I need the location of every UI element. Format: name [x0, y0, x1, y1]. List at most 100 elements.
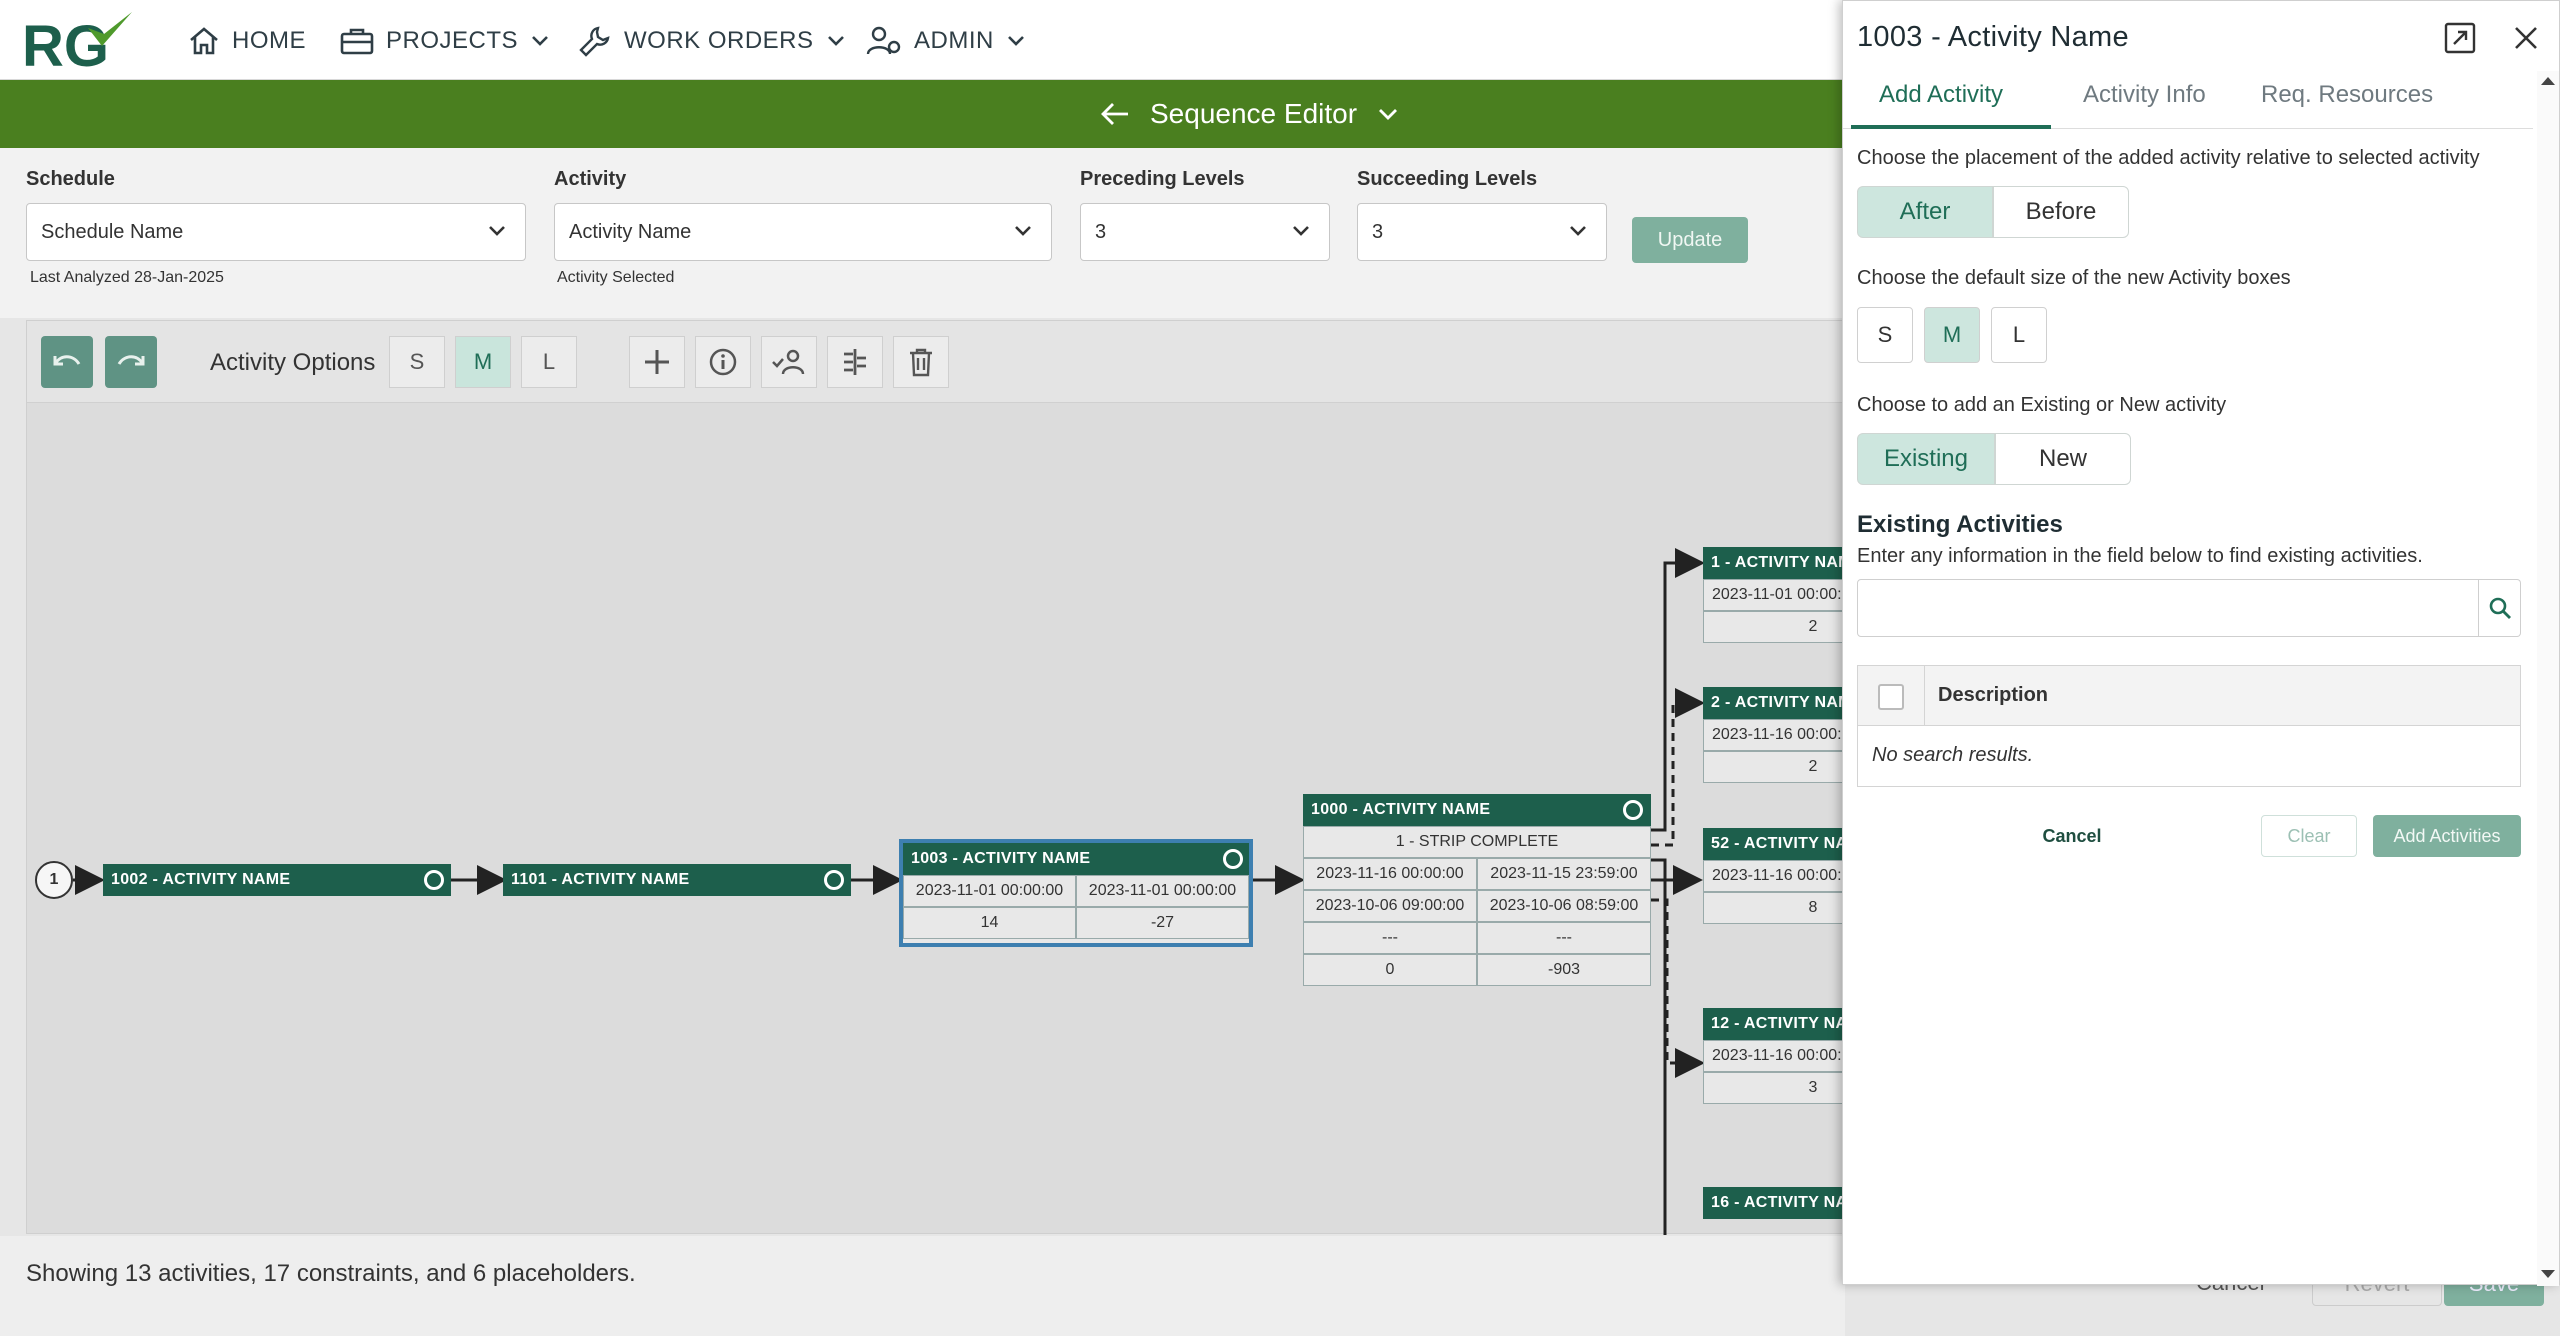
redo-icon — [117, 355, 145, 366]
node-cell: 2023-10-06 09:00:00 — [1303, 890, 1477, 922]
activity-node-title: 1 - ACTIVITY NAME — [1711, 554, 1863, 571]
activity-side-panel: 1003 - Activity Name Add Activity Activi… — [1842, 0, 2560, 1286]
undo-button[interactable] — [41, 336, 93, 388]
redo-button[interactable] — [105, 336, 157, 388]
info-icon — [709, 348, 737, 376]
nav-home[interactable]: HOME — [188, 22, 306, 60]
existing-activity-search-input[interactable] — [1857, 579, 2479, 637]
page-title: Sequence Editor — [1150, 98, 1358, 129]
box-size-l-button[interactable]: L — [1991, 307, 2047, 363]
chevron-down-icon — [489, 226, 505, 236]
people-check-icon — [772, 349, 805, 375]
expand-icon — [2444, 22, 2476, 54]
trash-icon — [910, 348, 932, 377]
panel-clear-button[interactable]: Clear — [2261, 815, 2357, 857]
description-column-header[interactable]: Description — [1938, 684, 2048, 707]
tab-req-resources[interactable]: Req. Resources — [2261, 81, 2433, 127]
activity-node-1002[interactable]: 1002 - ACTIVITY NAME — [103, 864, 451, 896]
chevron-down-icon — [1015, 226, 1031, 236]
size-prompt: Choose the default size of the new Activ… — [1857, 267, 2291, 289]
home-icon — [190, 27, 218, 55]
nav-projects[interactable]: PROJECTS — [340, 22, 550, 60]
placement-before-button[interactable]: Before — [1993, 186, 2129, 238]
activity-node-1003[interactable]: 1003 - ACTIVITY NAME — [903, 843, 1249, 875]
succeeding-levels-select[interactable]: 3 — [1357, 203, 1607, 261]
node-connector-handle[interactable] — [1623, 800, 1643, 820]
resources-button[interactable] — [761, 336, 817, 388]
schedule-select[interactable]: Schedule Name — [26, 203, 526, 261]
scroll-down-icon — [2541, 1270, 2555, 1278]
search-button[interactable] — [2479, 579, 2521, 637]
activity-node-title: 1101 - ACTIVITY NAME — [511, 871, 690, 888]
node-cell: --- — [1303, 922, 1477, 954]
node-connector-handle[interactable] — [1223, 849, 1243, 869]
chevron-down-icon[interactable] — [1377, 107, 1399, 121]
chevron-down-icon — [1293, 226, 1309, 236]
start-node[interactable]: 1 — [35, 861, 73, 899]
preceding-levels-select[interactable]: 3 — [1080, 203, 1330, 261]
add-activities-button[interactable]: Add Activities — [2373, 815, 2521, 857]
existing-activities-table: Description No search results. — [1857, 665, 2521, 787]
activity-selected-text: Activity Selected — [557, 269, 675, 286]
box-size-m-button[interactable]: M — [1924, 307, 1980, 363]
align-button[interactable] — [827, 336, 883, 388]
activity-select[interactable]: Activity Name — [554, 203, 1052, 261]
sequence-canvas[interactable]: Activity Options S M L 1 1002 - ACTIVITY… — [26, 320, 1907, 1235]
placement-after-button[interactable]: After — [1857, 186, 1993, 238]
nav-admin[interactable]: ADMIN — [866, 22, 1026, 60]
close-button[interactable] — [2509, 21, 2543, 55]
plus-icon — [645, 350, 669, 374]
existing-activity-button[interactable]: Existing — [1857, 433, 1995, 485]
tab-add-activity[interactable]: Add Activity — [1879, 81, 2003, 127]
activity-node-1000[interactable]: 1000 - ACTIVITY NAME — [1303, 794, 1651, 826]
activity-select-value: Activity Name — [569, 220, 692, 243]
node-start-date: 2023-11-01 00:00:00 — [903, 875, 1076, 907]
activity-node-title: 1003 - ACTIVITY NAME — [911, 850, 1091, 867]
update-button[interactable]: Update — [1632, 217, 1748, 263]
svg-text:RG: RG — [22, 14, 109, 72]
node-cell: 2023-10-06 08:59:00 — [1477, 890, 1651, 922]
nav-home-label: HOME — [232, 27, 306, 54]
new-activity-button[interactable]: New — [1995, 433, 2131, 485]
select-all-checkbox[interactable] — [1878, 684, 1904, 710]
add-activity-button[interactable] — [629, 336, 685, 388]
undo-icon — [53, 355, 81, 366]
node-connector-handle[interactable] — [424, 870, 444, 890]
size-l-button[interactable]: L — [521, 336, 577, 388]
delete-button[interactable] — [893, 336, 949, 388]
table-column-divider — [1924, 666, 1925, 726]
canvas-toolbar: Activity Options S M L — [27, 321, 1905, 403]
succeeding-levels-value: 3 — [1372, 220, 1384, 243]
size-s-button[interactable]: S — [389, 336, 445, 388]
activity-node-title: 1000 - ACTIVITY NAME — [1311, 801, 1491, 818]
panel-scrollbar[interactable] — [2537, 71, 2559, 1286]
panel-cancel-button[interactable]: Cancel — [2017, 815, 2127, 857]
node-subtitle: 1 - STRIP COMPLETE — [1303, 826, 1651, 858]
placement-prompt: Choose the placement of the added activi… — [1857, 147, 2480, 169]
node-cell: --- — [1477, 922, 1651, 954]
nav-work-orders[interactable]: WORK ORDERS — [578, 22, 846, 60]
nav-projects-label: PROJECTS — [386, 27, 519, 54]
nav-work-orders-label: WORK ORDERS — [624, 27, 814, 54]
node-finish-date: 2023-11-01 00:00:00 — [1076, 875, 1249, 907]
activity-options-label: Activity Options — [210, 349, 376, 376]
size-m-button[interactable]: M — [455, 336, 511, 388]
search-icon — [2489, 597, 2511, 619]
active-tab-indicator — [1851, 125, 2051, 129]
rg-logo[interactable]: RG — [22, 10, 132, 79]
existing-activities-hint: Enter any information in the field below… — [1857, 545, 2423, 567]
node-cell: 2023-11-15 23:59:00 — [1477, 858, 1651, 890]
footer-bar: Showing 13 activities, 17 constraints, a… — [0, 1236, 1845, 1336]
activity-node-1101[interactable]: 1101 - ACTIVITY NAME — [503, 864, 851, 896]
wrench-icon — [579, 26, 610, 57]
tab-activity-info[interactable]: Activity Info — [2083, 81, 2206, 127]
node-connector-handle[interactable] — [824, 870, 844, 890]
chevron-down-icon — [532, 36, 548, 46]
user-gear-icon — [866, 26, 901, 55]
schedule-select-value: Schedule Name — [41, 220, 184, 243]
back-arrow-icon[interactable] — [1100, 101, 1130, 127]
summary-text: Showing 13 activities, 17 constraints, a… — [26, 1260, 636, 1287]
expand-button[interactable] — [2443, 21, 2477, 55]
info-button[interactable] — [695, 336, 751, 388]
box-size-s-button[interactable]: S — [1857, 307, 1913, 363]
